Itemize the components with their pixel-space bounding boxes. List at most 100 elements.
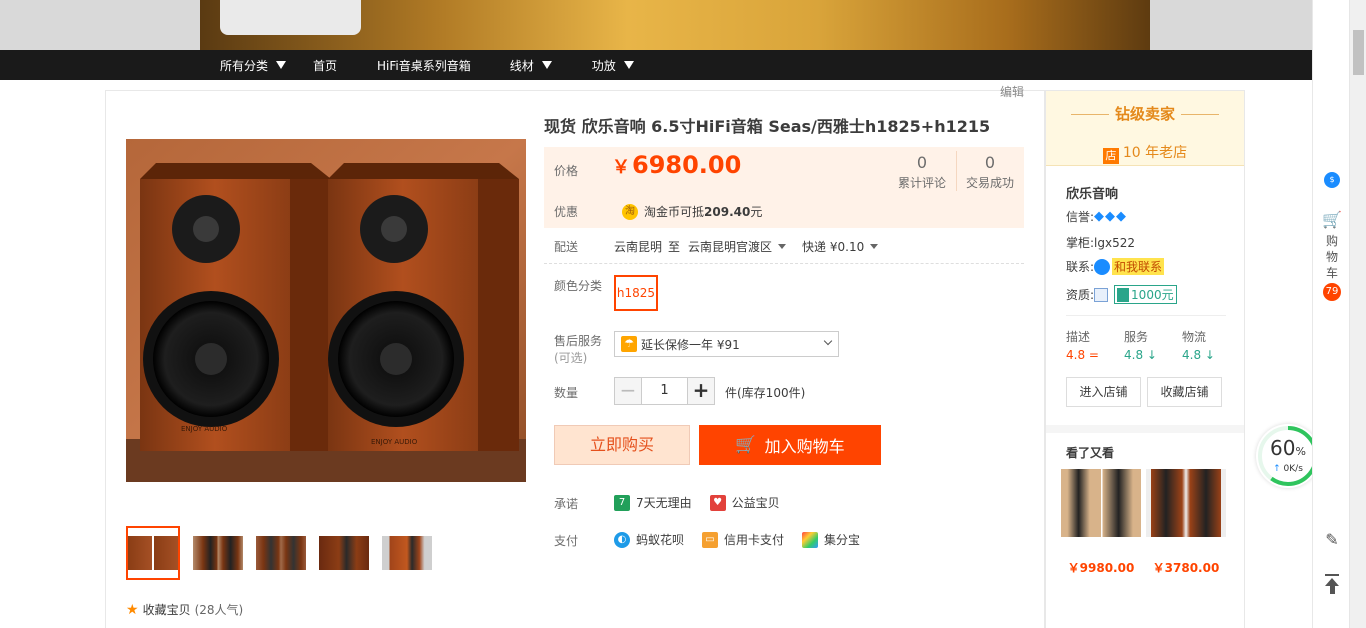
edit-link[interactable]: 编辑: [1000, 83, 1024, 100]
sales-stat: 0 交易成功: [962, 153, 1018, 191]
enter-shop-button[interactable]: 进入店铺: [1066, 377, 1141, 407]
thumbnail-1[interactable]: [126, 526, 180, 580]
product-title: 现货 欣乐音响 6.5寸HiFi音箱 Seas/西雅士h1825+h1215: [544, 117, 991, 136]
chevron-down-icon: [823, 336, 833, 346]
ship-to-word: 至: [668, 240, 681, 254]
caret-down-icon: [541, 61, 552, 69]
owner-label: 掌柜:: [1066, 236, 1095, 250]
thumbnail-2[interactable]: [193, 536, 243, 570]
nav-hifi-desk-speakers[interactable]: HiFi音桌系列音箱: [377, 50, 471, 80]
deposit-badge[interactable]: 1000元: [1114, 285, 1177, 304]
heart-icon: ♥: [709, 494, 726, 511]
also-viewed-title: 看了又看: [1066, 446, 1115, 460]
warranty-select[interactable]: ☂ 延长保修一年 ¥91: [614, 331, 839, 357]
shop-logo-placeholder: [220, 0, 361, 35]
recommendation-price: ￥3780.00: [1152, 561, 1220, 575]
nav-item-label: HiFi音桌系列音箱: [377, 58, 471, 73]
payment-label: 支付: [554, 534, 579, 548]
promise-charity[interactable]: ♥ 公益宝贝: [709, 494, 780, 511]
quantity-decrease-button[interactable]: −: [614, 377, 642, 405]
arrow-up-icon: [1325, 578, 1339, 586]
nav-home[interactable]: 首页: [313, 50, 337, 80]
contact-seller-button[interactable]: 和我联系: [1112, 258, 1165, 275]
review-stat[interactable]: 0 累计评论: [894, 153, 950, 191]
nav-item-label: 首页: [313, 58, 338, 73]
dsr-description: 描述 4.8 =: [1066, 328, 1099, 362]
credit-row: 信誉: ◆ ◆ ◆: [1066, 208, 1127, 225]
nav-item-label: 线材: [509, 58, 534, 73]
thumbnail-4[interactable]: [319, 536, 369, 570]
recommendation-image: [1146, 469, 1226, 537]
divider: [544, 263, 1024, 264]
wangwang-icon: [1094, 258, 1111, 275]
nav-amplifiers[interactable]: 功放: [592, 50, 634, 80]
ship-destination-select[interactable]: 云南昆明官渡区: [688, 238, 787, 255]
dsr-service: 服务 4.8 ↓: [1124, 328, 1157, 362]
taojinbi-coin-icon: 淘: [622, 203, 639, 220]
seven-day-icon: 7: [614, 494, 630, 511]
vertical-scrollbar[interactable]: [1349, 0, 1366, 628]
payment-credit-card-text: 信用卡支付: [724, 533, 785, 547]
shop-navbar: 所有分类 首页 HiFi音桌系列音箱 线材 功放: [0, 50, 1312, 80]
dsr-logistics: 物流 4.8 ↓: [1182, 328, 1215, 362]
warranty-selected: 延长保修一年 ¥91: [641, 337, 740, 352]
thumbnail-5[interactable]: [382, 536, 432, 570]
star-icon: ★: [126, 601, 139, 618]
promise-charity-text: 公益宝贝: [731, 496, 780, 510]
service-label-text: 售后服务: [554, 334, 603, 348]
nav-all-categories[interactable]: 所有分类: [220, 50, 287, 80]
shop-name[interactable]: 欣乐音响: [1066, 183, 1118, 202]
payment-jifenbao-text: 集分宝: [824, 533, 861, 547]
promise-7day-text: 7天无理由: [636, 496, 692, 510]
seller-badge-area: 钻级卖家 店 10 年老店: [1046, 91, 1244, 166]
favorite-shop-button[interactable]: 收藏店铺: [1147, 377, 1222, 407]
nav-item-label: 功放: [591, 58, 616, 73]
credit-label: 信誉:: [1066, 210, 1095, 224]
net-speed-value: 0K/s: [1283, 464, 1303, 474]
promise-list: 7 7天无理由 ♥ 公益宝贝: [614, 494, 798, 511]
stock-info: 件(库存100件): [725, 386, 806, 400]
quantity-stepper: − 1 +: [614, 377, 715, 405]
shop-icon: 店: [1102, 148, 1119, 164]
credit-card-icon: ▭: [702, 531, 719, 548]
contact-row: 联系: 和我联系: [1066, 258, 1165, 275]
thumbnail-3[interactable]: [256, 536, 306, 570]
ship-method-select[interactable]: 快递 ¥0.10: [802, 238, 879, 255]
favorite-item-button[interactable]: ★ 收藏宝贝 (28人气): [126, 601, 243, 618]
quantity-increase-button[interactable]: +: [687, 377, 715, 405]
ship-destination-value: 云南昆明官渡区: [688, 240, 773, 254]
promise-7day-return[interactable]: 7 7天无理由: [614, 494, 692, 511]
payment-jifenbao[interactable]: 集分宝: [802, 531, 860, 548]
product-main-image[interactable]: ENJOY AUDIO ENJOY AUDIO: [126, 139, 526, 482]
payment-list: ◐ 蚂蚁花呗 ▭ 信用卡支付 集分宝: [614, 531, 878, 548]
top-bar-icon: [1325, 574, 1339, 576]
back-to-top-button[interactable]: [1322, 574, 1342, 594]
sku-option-h1825[interactable]: h1825: [614, 275, 658, 311]
nav-cables[interactable]: 线材: [510, 50, 552, 80]
payment-credit-card[interactable]: ▭ 信用卡支付: [702, 531, 784, 548]
recommendation-item[interactable]: ￥9980.00: [1061, 469, 1141, 576]
buy-now-button[interactable]: 立即购买: [554, 425, 690, 465]
payment-huabei-text: 蚂蚁花呗: [636, 533, 685, 547]
umbrella-icon: ☂: [621, 336, 637, 352]
feedback-pencil-icon[interactable]: ✎: [1322, 530, 1342, 549]
cart-icon: 🛒: [735, 435, 757, 455]
dsr-value: 4.8 ↓: [1124, 348, 1157, 362]
recommendation-item[interactable]: ￥3780.00: [1146, 469, 1226, 576]
cart-sidebar-button[interactable]: 🛒 购物车 79: [1322, 210, 1342, 301]
id-card-icon[interactable]: [1094, 287, 1109, 302]
thumbnail-strip: [126, 526, 432, 580]
add-to-cart-button[interactable]: 🛒 加入购物车: [699, 425, 881, 465]
shield-icon: [1117, 287, 1130, 302]
network-speed-widget[interactable]: 60% ↑ 0K/s: [1256, 424, 1320, 488]
price-value: ￥6980.00: [612, 151, 741, 179]
upload-arrow-icon: ↑: [1273, 464, 1281, 474]
scrollbar-thumb[interactable]: [1353, 30, 1364, 75]
quantity-input[interactable]: 1: [642, 377, 687, 405]
favorite-label: 收藏宝贝: [142, 603, 191, 617]
payment-huabei[interactable]: ◐ 蚂蚁花呗: [614, 531, 684, 548]
caret-down-icon: [870, 244, 879, 249]
wangwang-bubble-icon[interactable]: $: [1322, 172, 1342, 188]
service-label: 售后服务 (可选): [554, 333, 602, 367]
owner-row: 掌柜: lgx522: [1066, 234, 1135, 251]
